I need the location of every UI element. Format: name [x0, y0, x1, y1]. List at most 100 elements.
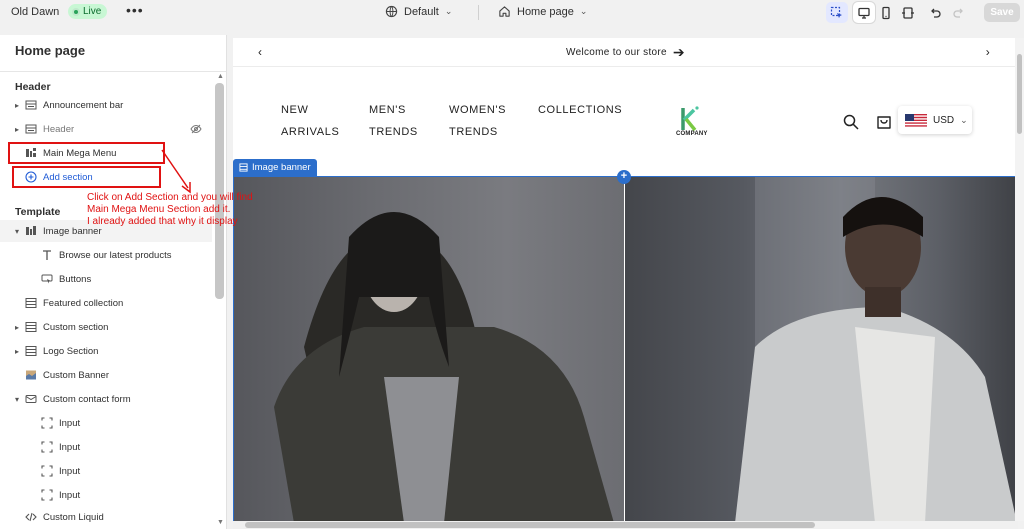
sidebar-item-input[interactable]: Input — [0, 460, 212, 482]
sidebar-item-input[interactable]: Input — [0, 436, 212, 458]
block-icon — [40, 440, 54, 454]
annotation-line: Main Mega Menu Section add it. — [87, 204, 231, 215]
currency-selector[interactable]: USD ⌄ — [898, 106, 972, 134]
scroll-up-arrow-icon[interactable]: ▲ — [217, 73, 224, 80]
sidebar-item-input[interactable]: Input — [0, 412, 212, 434]
live-badge: Live — [68, 4, 108, 19]
redo-icon[interactable] — [948, 2, 970, 23]
image-banner-tag-label: Image banner — [252, 162, 311, 173]
theme-selector-label: Default — [404, 5, 439, 18]
section-icon — [239, 163, 248, 172]
announcement-text[interactable]: Welcome to our store — [566, 47, 667, 58]
sidebar-item-header[interactable]: ▸ Header — [0, 118, 212, 140]
sidebar-item-label: Browse our latest products — [59, 249, 172, 261]
nav-link-collections[interactable]: COLLECTIONS — [538, 99, 638, 121]
page-selector[interactable]: Home page ⌄ — [498, 5, 587, 18]
nav-link-new-arrivals[interactable]: NEW ARRIVALS — [281, 99, 351, 143]
sidebar-item-browse-products[interactable]: Browse our latest products — [0, 244, 212, 266]
globe-icon — [385, 5, 398, 18]
chevron-down-icon: ⌄ — [444, 6, 453, 16]
more-actions-icon[interactable]: ••• — [126, 2, 144, 18]
sidebar-item-label: Featured collection — [43, 297, 124, 309]
sidebar-item-custom-section[interactable]: ▸ Custom section — [0, 316, 212, 338]
annotation-highlight-main-mega-menu — [8, 142, 165, 164]
scrollbar-thumb[interactable] — [245, 522, 815, 528]
chevron-right-icon[interactable]: ▸ — [10, 323, 24, 332]
sidebar-item-buttons[interactable]: Buttons — [0, 268, 212, 290]
live-label: Live — [83, 6, 102, 17]
sidebar-item-custom-contact-form[interactable]: ▾ Custom contact form — [0, 388, 212, 410]
text-icon — [40, 248, 54, 262]
sidebar-item-announcement-bar[interactable]: ▸ Announcement bar — [0, 94, 212, 116]
image-thumbnail-icon — [24, 368, 38, 382]
sidebar-item-label: Input — [59, 441, 81, 453]
chevron-left-icon[interactable]: ‹ — [258, 45, 262, 59]
add-section-plus-icon[interactable]: + — [617, 170, 631, 184]
home-icon — [499, 6, 510, 17]
scrollbar-thumb[interactable] — [1017, 54, 1022, 134]
chevron-right-icon[interactable]: ▸ — [10, 101, 24, 110]
sidebar-item-label: Input — [59, 465, 81, 477]
store-preview: ‹ Welcome to our store ➔ › NEW ARRIVALS … — [233, 38, 1018, 529]
desktop-view-icon[interactable] — [853, 2, 875, 23]
mobile-view-icon[interactable] — [875, 2, 897, 23]
nav-link-womens-trends[interactable]: WOMEN'S TRENDS — [449, 99, 519, 143]
block-icon — [40, 464, 54, 478]
sidebar-item-label: Input — [59, 417, 81, 429]
sidebar-item-input[interactable]: Input — [0, 484, 212, 506]
arrow-right-icon: ➔ — [672, 43, 685, 60]
annotation-highlight-add-section — [12, 166, 161, 188]
us-flag-icon — [905, 113, 927, 127]
page-selector-label: Home page — [517, 5, 574, 18]
sidebar-item-custom-banner[interactable]: Custom Banner — [0, 364, 212, 386]
header-group-label: Header — [15, 81, 51, 93]
annotation-arrow-icon — [161, 149, 191, 194]
divider — [0, 71, 226, 72]
nav-link-mens-trends[interactable]: MEN'S TRENDS — [369, 99, 429, 143]
sidebar-scrollbar[interactable] — [215, 83, 224, 299]
undo-icon[interactable] — [924, 2, 946, 23]
image-banner-selection-outline — [233, 176, 1018, 529]
announcement-bar: ‹ Welcome to our store ➔ › — [233, 38, 1018, 67]
sidebar-item-logo-section[interactable]: ▸ Logo Section — [0, 340, 212, 362]
sidebar-item-label: Custom contact form — [43, 393, 131, 405]
sidebar-item-label: Custom Banner — [43, 369, 110, 381]
annotation-line: I already added that why it display — [87, 216, 238, 227]
theme-name: Old Dawn — [11, 6, 60, 18]
section-icon — [24, 98, 38, 112]
save-button[interactable]: Save — [984, 3, 1020, 22]
section-icon — [24, 122, 38, 136]
chevron-right-icon[interactable]: › — [986, 45, 990, 59]
chevron-right-icon[interactable]: ▸ — [10, 125, 24, 134]
preview-vertical-scrollbar[interactable] — [1015, 38, 1024, 521]
button-icon — [40, 272, 54, 286]
block-icon — [40, 488, 54, 502]
mail-icon — [24, 392, 38, 406]
sidebar-item-label: Input — [59, 489, 81, 501]
sections-sidebar: Home page Header ▸ Announcement bar ▸ He… — [0, 35, 227, 529]
preview-horizontal-scrollbar[interactable] — [233, 521, 1018, 529]
sidebar-item-custom-liquid[interactable]: Custom Liquid — [0, 506, 212, 528]
annotation-line: Click on Add Section and you will find — [87, 192, 253, 203]
sidebar-title: Home page — [15, 43, 86, 58]
editor-topbar: Old Dawn Live ••• Default ⌄ Home page ⌄ … — [0, 0, 1024, 25]
search-icon[interactable] — [843, 114, 859, 130]
sidebar-item-label: Announcement bar — [43, 99, 124, 111]
sidebar-item-featured-collection[interactable]: Featured collection — [0, 292, 212, 314]
theme-selector[interactable]: Default ⌄ — [385, 5, 452, 18]
section-icon — [24, 320, 38, 334]
annotation-note: Click on Add Section and you will find M… — [87, 192, 277, 228]
scroll-down-arrow-icon[interactable]: ▼ — [217, 519, 224, 526]
chevron-down-icon[interactable]: ▾ — [10, 395, 24, 404]
sidebar-item-label: Header — [43, 123, 75, 135]
image-banner-tag[interactable]: Image banner — [233, 159, 317, 176]
cart-icon[interactable] — [876, 113, 892, 130]
chevron-down-icon: ⌄ — [960, 114, 968, 125]
divider — [478, 5, 479, 20]
eye-hidden-icon[interactable] — [190, 123, 202, 135]
full-width-view-icon[interactable] — [897, 2, 919, 23]
inspector-toggle-icon[interactable] — [826, 2, 848, 23]
chevron-down-icon[interactable]: ▾ — [10, 227, 24, 236]
template-group-label: Template — [15, 206, 61, 218]
chevron-right-icon[interactable]: ▸ — [10, 347, 24, 356]
